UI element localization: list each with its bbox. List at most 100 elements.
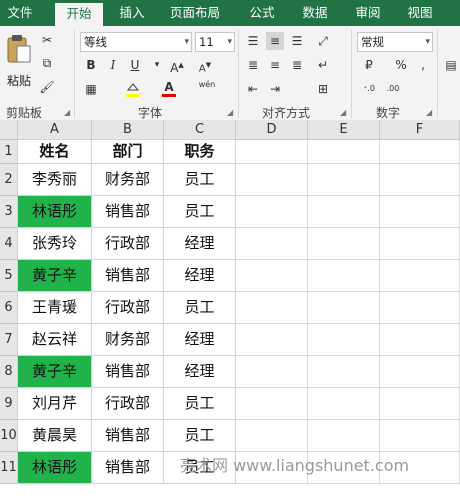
decrease-font-icon[interactable]: A▼ xyxy=(196,56,214,74)
grid-cell[interactable] xyxy=(236,140,308,164)
number-format-dropdown[interactable]: 常规 ▾ xyxy=(357,32,433,52)
increase-font-icon[interactable]: A▲ xyxy=(168,56,186,75)
data-cell-a6[interactable]: 王青瑗 xyxy=(17,291,92,324)
tab-review[interactable]: 审阅 xyxy=(346,0,390,26)
grid-cell[interactable] xyxy=(236,388,308,420)
data-cell-c3[interactable]: 员工 xyxy=(163,195,236,228)
data-cell-a4[interactable]: 张秀玲 xyxy=(17,227,92,260)
grid-cell[interactable] xyxy=(308,292,380,324)
font-color-button[interactable]: A xyxy=(160,78,178,97)
grid-cell[interactable] xyxy=(308,140,380,164)
grid-cell[interactable] xyxy=(380,140,460,164)
bold-button[interactable]: B xyxy=(82,56,100,74)
grid-cell[interactable] xyxy=(380,228,460,260)
align-right-icon[interactable]: ≣ xyxy=(288,56,306,74)
data-cell-c1[interactable]: 职务 xyxy=(163,139,236,164)
italic-button[interactable]: I xyxy=(104,56,122,74)
font-name-dropdown[interactable]: 等线 ▾ xyxy=(80,32,192,52)
paste-button[interactable]: 粘贴 xyxy=(4,34,34,90)
data-cell-b9[interactable]: 行政部 xyxy=(91,387,164,420)
grid-cell[interactable] xyxy=(380,356,460,388)
grid-cell[interactable] xyxy=(380,164,460,196)
align-top-icon[interactable]: ☰ xyxy=(244,32,262,50)
data-cell-b4[interactable]: 行政部 xyxy=(91,227,164,260)
data-cell-c9[interactable]: 员工 xyxy=(163,387,236,420)
decrease-decimal-icon[interactable]: .00 xyxy=(384,80,402,98)
column-header-c[interactable]: C xyxy=(164,120,236,140)
data-cell-c6[interactable]: 员工 xyxy=(163,291,236,324)
conditional-format-icon[interactable]: ▤ xyxy=(442,56,460,74)
data-cell-a11[interactable]: 林语彤 xyxy=(17,451,92,484)
decrease-indent-icon[interactable]: ⇤ xyxy=(244,80,262,98)
data-cell-c2[interactable]: 员工 xyxy=(163,163,236,196)
row-header-1[interactable]: 1 xyxy=(0,140,18,164)
grid-cell[interactable] xyxy=(380,388,460,420)
data-cell-a10[interactable]: 黄晨昊 xyxy=(17,419,92,452)
tab-file[interactable]: 文件 xyxy=(0,0,40,26)
data-cell-c7[interactable]: 经理 xyxy=(163,323,236,356)
grid-cell[interactable] xyxy=(236,228,308,260)
merge-center-icon[interactable]: ⊞ xyxy=(314,80,332,98)
row-header-10[interactable]: 10 xyxy=(0,420,18,452)
tab-page-layout[interactable]: 页面布局 xyxy=(163,0,227,26)
wrap-text-icon[interactable]: ↵ xyxy=(314,56,332,74)
column-header-f[interactable]: F xyxy=(380,120,460,140)
grid-cell[interactable] xyxy=(236,196,308,228)
grid-cell[interactable] xyxy=(308,164,380,196)
font-launcher-icon[interactable]: ◢ xyxy=(227,108,233,117)
align-bottom-icon[interactable]: ☰ xyxy=(288,32,306,50)
align-center-icon[interactable]: ≡ xyxy=(266,56,284,74)
grid-cell[interactable] xyxy=(380,260,460,292)
grid-cell[interactable] xyxy=(380,324,460,356)
grid-cell[interactable] xyxy=(308,228,380,260)
data-cell-b10[interactable]: 销售部 xyxy=(91,419,164,452)
row-header-6[interactable]: 6 xyxy=(0,292,18,324)
tab-data[interactable]: 数据 xyxy=(293,0,337,26)
grid-cell[interactable] xyxy=(308,420,380,452)
data-cell-b7[interactable]: 财务部 xyxy=(91,323,164,356)
clipboard-launcher-icon[interactable]: ◢ xyxy=(64,108,70,117)
fill-color-icon[interactable] xyxy=(124,80,142,98)
copy-icon[interactable]: ⧉ xyxy=(38,54,56,72)
grid-cell[interactable] xyxy=(380,420,460,452)
data-cell-a9[interactable]: 刘月芹 xyxy=(17,387,92,420)
row-header-5[interactable]: 5 xyxy=(0,260,18,292)
row-header-9[interactable]: 9 xyxy=(0,388,18,420)
data-cell-a3[interactable]: 林语彤 xyxy=(17,195,92,228)
data-cell-a2[interactable]: 李秀丽 xyxy=(17,163,92,196)
grid-cell[interactable] xyxy=(236,164,308,196)
data-cell-b3[interactable]: 销售部 xyxy=(91,195,164,228)
row-header-7[interactable]: 7 xyxy=(0,324,18,356)
tab-formulas[interactable]: 公式 xyxy=(240,0,284,26)
grid-cell[interactable] xyxy=(308,324,380,356)
phonetic-guide-button[interactable]: wén xyxy=(198,80,216,98)
column-header-d[interactable]: D xyxy=(236,120,308,140)
select-all-button[interactable] xyxy=(0,120,18,140)
cut-icon[interactable]: ✂ xyxy=(38,31,56,49)
tab-home[interactable]: 开始 xyxy=(55,3,103,26)
data-cell-c8[interactable]: 经理 xyxy=(163,355,236,388)
data-cell-c10[interactable]: 员工 xyxy=(163,419,236,452)
increase-decimal-icon[interactable]: ⁺.0 xyxy=(360,80,378,98)
grid-cell[interactable] xyxy=(380,292,460,324)
data-cell-a1[interactable]: 姓名 xyxy=(17,139,92,164)
column-header-e[interactable]: E xyxy=(308,120,380,140)
font-size-dropdown[interactable]: 11 ▾ xyxy=(195,32,235,52)
underline-button[interactable]: U xyxy=(126,56,144,74)
format-painter-icon[interactable]: 🖌 xyxy=(38,78,56,96)
number-launcher-icon[interactable]: ◢ xyxy=(426,108,432,117)
percent-style-button[interactable]: % xyxy=(392,56,410,74)
data-cell-b5[interactable]: 销售部 xyxy=(91,259,164,292)
align-left-icon[interactable]: ≣ xyxy=(244,56,262,74)
currency-format-icon[interactable]: ₽ xyxy=(360,56,378,74)
data-cell-a8[interactable]: 黄子辛 xyxy=(17,355,92,388)
tab-view[interactable]: 视图 xyxy=(398,0,442,26)
row-header-3[interactable]: 3 xyxy=(0,196,18,228)
grid-cell[interactable] xyxy=(308,196,380,228)
data-cell-b6[interactable]: 行政部 xyxy=(91,291,164,324)
grid-cell[interactable] xyxy=(308,388,380,420)
alignment-launcher-icon[interactable]: ◢ xyxy=(340,108,346,117)
grid-cell[interactable] xyxy=(308,356,380,388)
grid-cell[interactable] xyxy=(380,196,460,228)
grid-cell[interactable] xyxy=(236,260,308,292)
